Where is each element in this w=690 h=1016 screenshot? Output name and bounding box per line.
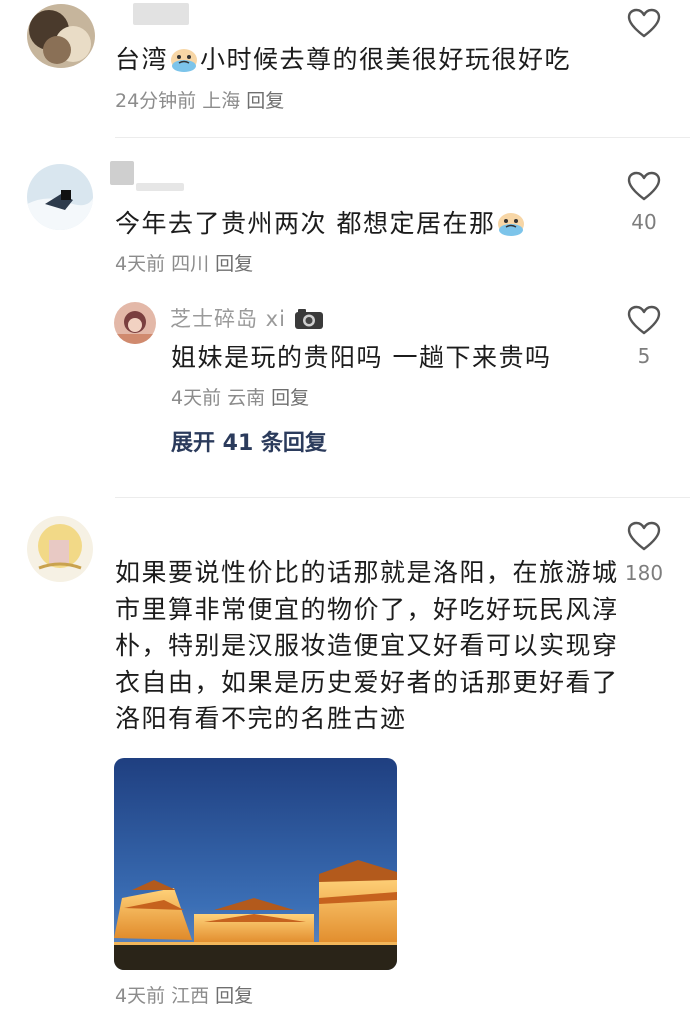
crying-emoji-icon [498, 213, 525, 236]
like-count: 5 [637, 344, 651, 368]
like-count: 40 [631, 210, 657, 234]
reply-location: 云南 [227, 387, 266, 409]
reply-author[interactable]: 芝士碎岛 xi [170, 305, 324, 333]
camera-icon [294, 309, 323, 329]
divider [115, 497, 690, 498]
comment-location: 江西 [171, 985, 210, 1007]
reply-button[interactable]: 回复 [271, 387, 309, 409]
comment-meta: 4天前 四川 回复 [115, 251, 259, 277]
comment-location: 上海 [202, 90, 241, 112]
avatar[interactable] [27, 4, 95, 68]
reply-button[interactable]: 回复 [246, 90, 284, 112]
reply-text: 姐妹是玩的贵阳吗 一趟下来贵吗 [171, 343, 552, 372]
reply-meta: 4天前 云南 回复 [171, 385, 315, 411]
expand-replies-button[interactable]: 展开 41 条回复 [171, 429, 327, 459]
username-blurred[interactable] [136, 183, 184, 191]
comment-meta: 24分钟前 上海 回复 [115, 88, 290, 114]
comment-time: 4天前 [115, 985, 166, 1007]
comment-text: 如果要说性价比的话那就是洛阳，在旅游城 市里算非常便宜的物价了，好吃好玩民风淳 … [115, 558, 619, 733]
comment-text: 今年去了贵州两次 都想定居在那 [115, 206, 527, 242]
heart-icon[interactable] [627, 305, 661, 335]
comment-location: 四川 [171, 253, 210, 275]
comment-meta: 4天前 江西 回复 [115, 983, 259, 1009]
like-count: 180 [624, 561, 664, 585]
heart-icon[interactable] [627, 521, 661, 551]
crying-emoji-icon [171, 49, 198, 72]
avatar[interactable] [27, 164, 93, 230]
heart-icon[interactable] [627, 8, 661, 38]
reply-button[interactable]: 回复 [215, 253, 253, 275]
night-palace-photo[interactable] [114, 758, 397, 970]
divider [115, 137, 690, 138]
comment-time: 4天前 [115, 253, 166, 275]
avatar[interactable] [27, 516, 93, 582]
username-blurred[interactable] [110, 161, 134, 185]
username-blurred[interactable] [133, 3, 189, 25]
comment-time: 24分钟前 [115, 90, 197, 112]
reply-button[interactable]: 回复 [215, 985, 253, 1007]
comment-text: 台湾 小时候去尊的很美很好玩很好吃 [115, 45, 572, 74]
heart-icon[interactable] [627, 171, 661, 201]
reply-time: 4天前 [171, 387, 222, 409]
avatar[interactable] [114, 302, 156, 344]
